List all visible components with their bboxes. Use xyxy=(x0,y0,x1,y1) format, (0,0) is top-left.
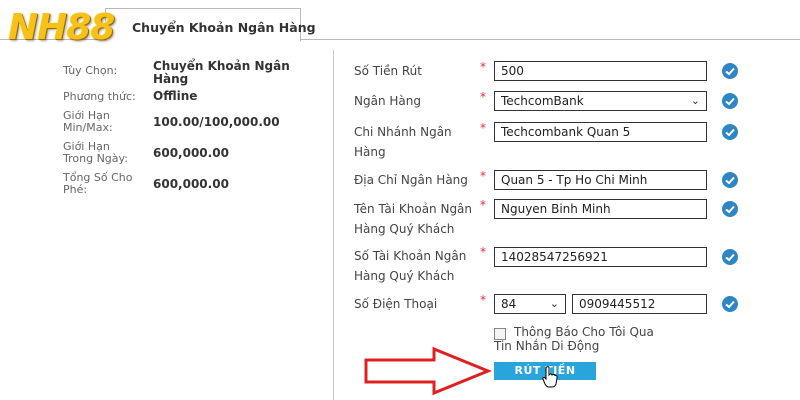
check-circle-icon xyxy=(722,93,738,109)
required-mark: * xyxy=(480,245,486,259)
brand-logo: NH88 xyxy=(6,5,148,49)
required-mark: * xyxy=(480,169,486,183)
logo-text: NH88 xyxy=(8,7,115,48)
check-circle-icon xyxy=(722,172,738,188)
limit-label: Giới Hạn Min/Max: xyxy=(63,109,113,134)
account-number-label: Số Tài Khoản Ngân Hàng Quý Khách xyxy=(354,249,467,283)
amount-label: Số Tiền Rút xyxy=(354,64,422,78)
check-circle-icon xyxy=(722,124,738,140)
bank-label: Ngân Hàng xyxy=(354,94,421,108)
required-mark: * xyxy=(480,198,486,212)
address-label: Địa Chỉ Ngân Hàng xyxy=(354,173,468,187)
branch-label: Chi Nhánh Ngân Hàng xyxy=(354,125,452,159)
address-input[interactable]: Quan 5 - Tp Ho Chi Minh xyxy=(494,170,707,190)
hand-cursor-icon xyxy=(542,366,558,388)
method-value: Offline xyxy=(153,89,198,103)
check-circle-icon xyxy=(722,201,738,217)
account-name-input[interactable]: Nguyen Binh Minh xyxy=(494,199,707,219)
bank-select-value: TechcomBank xyxy=(501,94,584,108)
phone-label: Số Điện Thoại xyxy=(354,297,438,311)
check-circle-icon xyxy=(722,63,738,79)
amount-input[interactable]: 500 xyxy=(494,61,707,81)
account-name-label: Tên Tài Khoản Ngân Hàng Quý Khách xyxy=(354,202,473,236)
required-mark: * xyxy=(480,90,486,104)
check-circle-icon xyxy=(722,296,738,312)
limit-value: 100.00/100,000.00 xyxy=(153,115,280,129)
country-code-value: 84 xyxy=(501,297,517,311)
chevron-down-icon: ⌄ xyxy=(690,94,700,107)
phone-input[interactable]: 0909445512 xyxy=(572,294,707,314)
red-arrow-icon xyxy=(364,346,492,396)
option-label: Tùy Chọn: xyxy=(63,64,118,77)
fee-label: Tổng Số Cho Phé: xyxy=(63,171,133,196)
daily-limit-value: 600,000.00 xyxy=(153,146,229,160)
account-number-input[interactable]: 14028547256921 xyxy=(494,247,707,267)
required-mark: * xyxy=(480,60,486,74)
panel-divider xyxy=(333,50,334,400)
bank-select[interactable]: TechcomBank ⌄ xyxy=(494,91,707,111)
check-circle-icon xyxy=(722,249,738,265)
tab-label: Chuyển Khoản Ngân Hàng xyxy=(132,20,316,35)
notify-label: Thông Báo Cho Tôi Qua Tin Nhắn Di Động xyxy=(494,325,654,353)
daily-limit-label: Giới Hạn Trong Ngày: xyxy=(63,140,128,165)
method-label: Phương thức: xyxy=(63,90,136,103)
option-value: Chuyển Khoản Ngân Hàng xyxy=(153,59,290,86)
required-mark: * xyxy=(480,121,486,135)
required-mark: * xyxy=(480,293,486,307)
branch-input[interactable]: Techcombank Quan 5 xyxy=(494,122,707,142)
fee-value: 600,000.00 xyxy=(153,177,229,191)
chevron-down-icon: ⌄ xyxy=(549,297,559,310)
country-code-select[interactable]: 84 ⌄ xyxy=(494,294,566,314)
